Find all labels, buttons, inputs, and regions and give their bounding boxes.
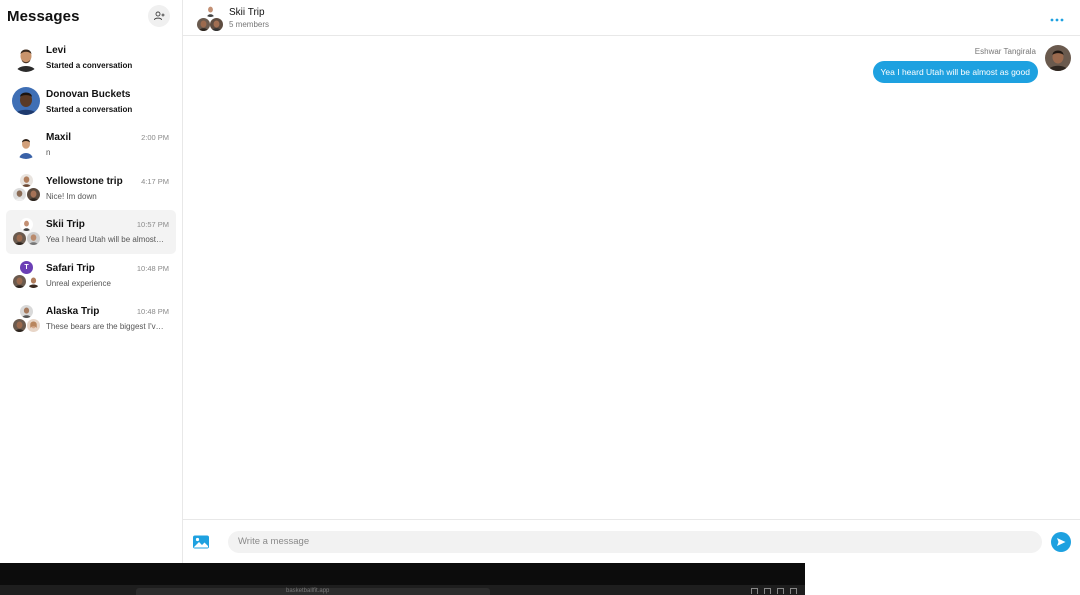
address-bar-url: basketballfit.app (286, 588, 330, 594)
conversation-name: Safari Trip (46, 262, 95, 274)
person-avatar-icon (1045, 45, 1071, 71)
conversation-maxil[interactable]: Maxil 2:00 PM n (6, 123, 176, 167)
avatar (12, 87, 40, 116)
conversation-name: Levi (46, 45, 67, 57)
person-avatar-icon (13, 275, 26, 289)
chat-title: Skii Trip (229, 6, 265, 18)
sidebar: Messages Levi Started a conversation Don… (0, 0, 183, 563)
group-avatar: T (12, 261, 40, 289)
person-avatar-icon (27, 188, 40, 202)
message-list: Eshwar Tangirala Yea I heard Utah will b… (183, 36, 1080, 519)
person-avatar-icon (20, 217, 33, 231)
conversation-name: Skii Trip (46, 219, 85, 231)
conversation-name: Yellowstone trip (46, 175, 123, 187)
person-avatar-icon (13, 231, 26, 245)
send-icon (1057, 537, 1066, 546)
chat-panel: Skii Trip 5 members Eshwar Tangirala Yea… (183, 0, 1080, 563)
conversation-safari-trip[interactable]: T Safari Trip 10:48 PM Unreal experience (6, 254, 176, 298)
more-horizontal-icon (1050, 18, 1064, 22)
person-avatar-icon (12, 87, 40, 116)
conversation-time: 2:00 PM (141, 133, 169, 143)
address-bar[interactable]: basketballfit.app (136, 588, 490, 595)
conversation-donovan-buckets[interactable]: Donovan Buckets Started a conversation (6, 80, 176, 124)
browser-icons (751, 588, 797, 594)
message: Eshwar Tangirala Yea I heard Utah will b… (872, 45, 1071, 83)
conversation-time: 10:57 PM (136, 220, 169, 230)
chat-member-count: 5 members (229, 19, 270, 29)
sidebar-title: Messages (7, 7, 80, 25)
person-avatar-icon (204, 3, 217, 17)
conversation-alaska-trip[interactable]: Alaska Trip 10:48 PM These bears are the… (6, 297, 176, 341)
conversation-name: Donovan Buckets (46, 88, 131, 100)
person-avatar-icon (20, 304, 33, 318)
messages-app: Messages Levi Started a conversation Don… (0, 0, 1080, 563)
conversation-time: 10:48 PM (136, 307, 169, 317)
person-avatar-icon (27, 275, 40, 289)
group-avatar (12, 217, 40, 246)
attach-image-button[interactable] (192, 533, 210, 551)
window-icon[interactable] (790, 588, 797, 594)
person-avatar-icon (27, 231, 40, 245)
message-sender: Eshwar Tangirala (974, 47, 1036, 56)
conversation-preview: These bears are the biggest I've ever se… (46, 322, 164, 332)
person-avatar-icon (20, 174, 33, 188)
person-avatar-icon (13, 188, 26, 202)
conversation-levi[interactable]: Levi Started a conversation (6, 36, 176, 80)
group-initial: T (24, 264, 29, 272)
browser-toolbar: basketballfit.app (0, 563, 805, 595)
conversation-time: 10:48 PM (136, 263, 169, 273)
window-icon[interactable] (764, 588, 771, 594)
avatar (12, 130, 40, 159)
conversation-preview: Nice! Im down (46, 191, 97, 201)
person-avatar-icon (197, 17, 210, 31)
message-composer (183, 519, 1080, 563)
person-avatar-icon (12, 43, 40, 72)
more-options-button[interactable] (1050, 10, 1064, 25)
chat-header: Skii Trip 5 members (183, 0, 1080, 36)
conversation-time: 4:17 PM (141, 176, 169, 186)
send-button[interactable] (1051, 531, 1071, 552)
add-user-icon (153, 11, 164, 21)
new-conversation-button[interactable] (148, 5, 170, 27)
group-avatar (195, 3, 225, 33)
sidebar-header: Messages (0, 0, 182, 32)
person-avatar-icon (27, 318, 40, 332)
chat-header-info: Skii Trip 5 members (229, 7, 269, 29)
conversation-skii-trip[interactable]: Skii Trip 10:57 PM Yea I heard Utah will… (6, 210, 176, 254)
group-avatar (12, 304, 40, 333)
person-avatar-icon (210, 17, 223, 31)
conversation-preview: Unreal experience (46, 278, 111, 288)
image-icon (193, 535, 209, 548)
conversation-preview: Started a conversation (46, 61, 133, 71)
window-icon[interactable] (751, 588, 758, 594)
conversation-preview: Yea I heard Utah will be almost as good (46, 235, 164, 245)
conversation-name: Alaska Trip (46, 306, 100, 318)
conversation-name: Maxil (46, 132, 72, 144)
message-bubble: Yea I heard Utah will be almost as good (872, 61, 1038, 83)
window-icon[interactable] (777, 588, 784, 594)
sender-avatar (1045, 45, 1071, 71)
conversation-yellowstone-trip[interactable]: Yellowstone trip 4:17 PM Nice! Im down (6, 167, 176, 211)
group-avatar (12, 174, 40, 202)
person-avatar-icon (12, 130, 40, 159)
conversation-list: Levi Started a conversation Donovan Buck… (0, 32, 182, 341)
avatar (12, 43, 40, 72)
conversation-preview: n (46, 148, 51, 158)
person-avatar-icon (13, 318, 26, 332)
message-input[interactable] (228, 530, 1042, 553)
conversation-preview: Started a conversation (46, 104, 133, 114)
